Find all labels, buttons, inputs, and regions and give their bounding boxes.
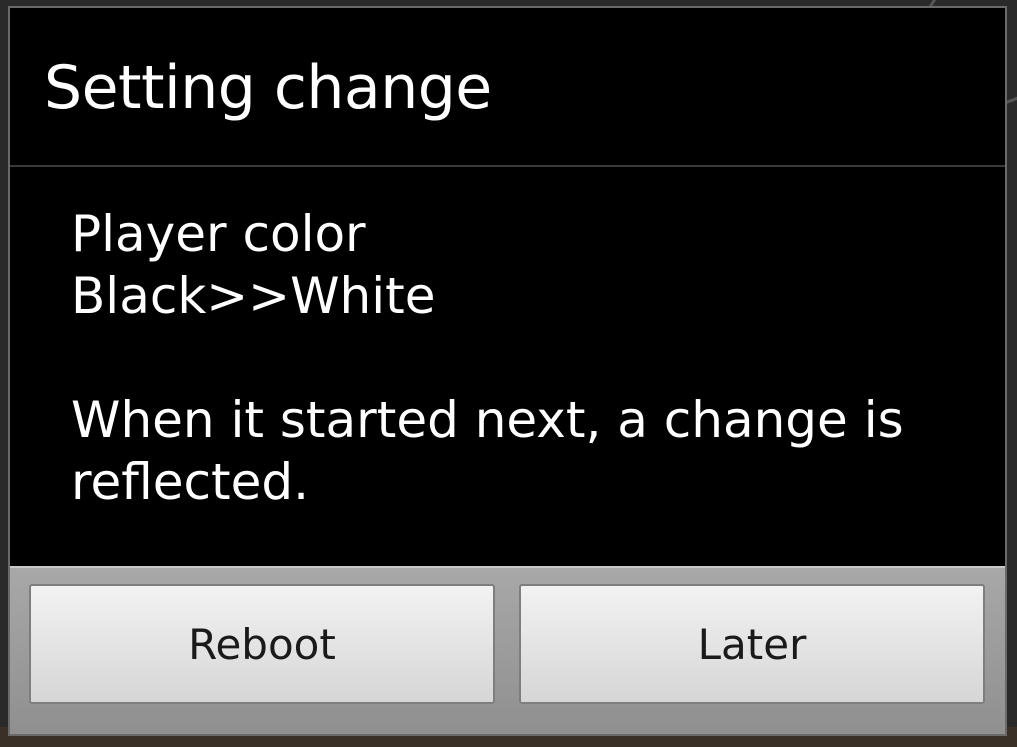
dialog-message: Player color Black>>White When it starte… (71, 203, 971, 513)
reboot-button[interactable]: Reboot (29, 584, 495, 704)
message-setting-name: Player color (71, 205, 366, 263)
message-setting-value: Black>>White (71, 267, 436, 325)
setting-change-dialog: Setting change Player color Black>>White… (8, 6, 1007, 736)
dialog-title: Setting change (44, 53, 492, 123)
dialog-button-bar: Reboot Later (10, 566, 1005, 734)
title-divider (10, 165, 1005, 167)
message-notice: When it started next, a change is reflec… (71, 391, 904, 511)
later-button[interactable]: Later (519, 584, 985, 704)
